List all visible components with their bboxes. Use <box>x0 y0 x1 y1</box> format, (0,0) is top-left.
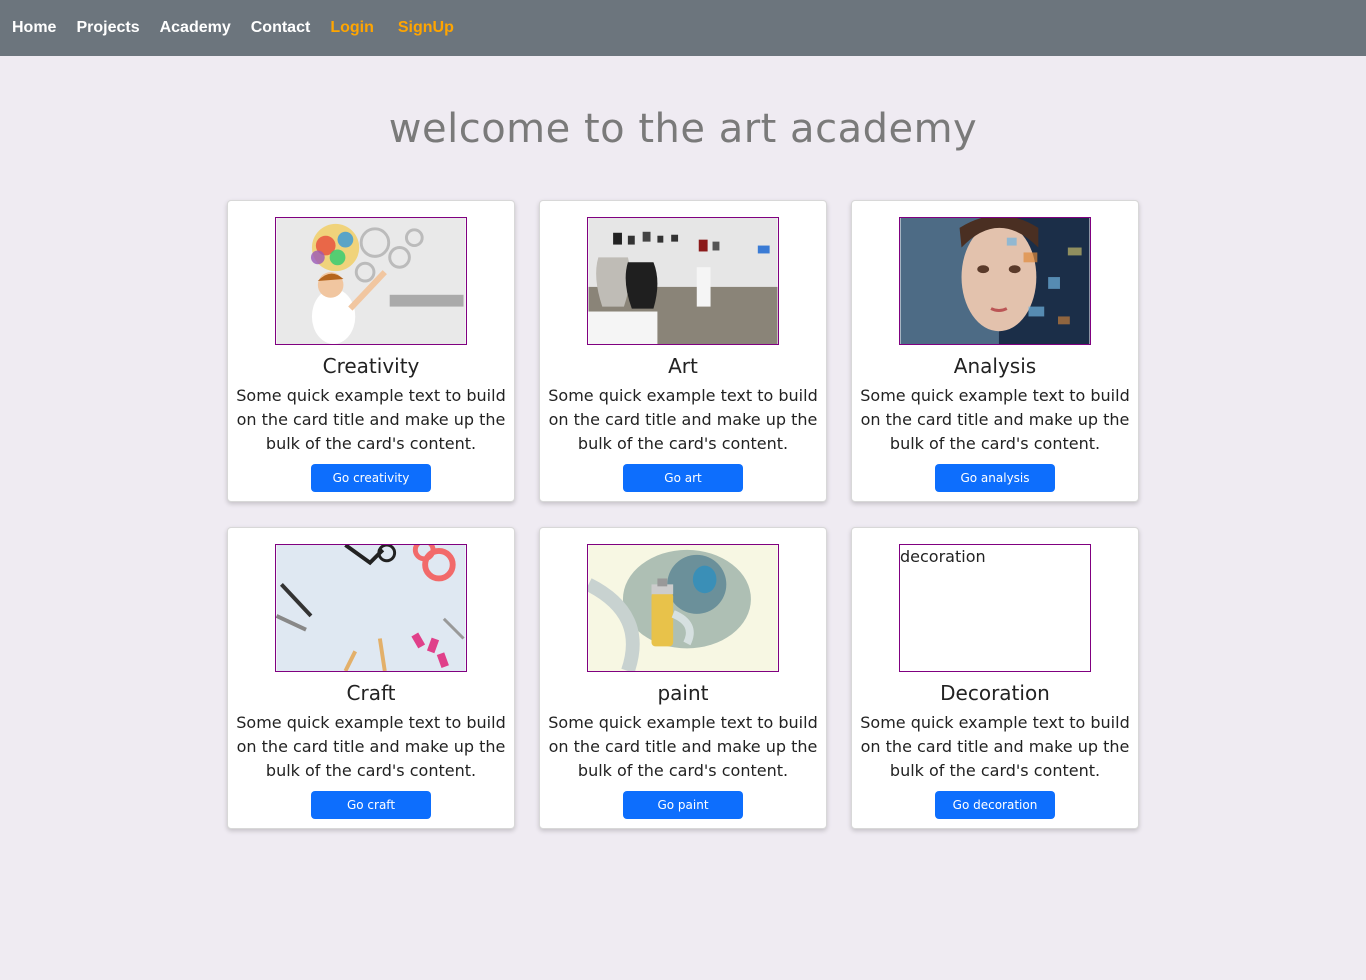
card-text: Some quick example text to build on the … <box>860 713 1130 780</box>
paint-image <box>587 544 779 672</box>
card-grid: Creativity Some quick example text to bu… <box>227 200 1139 829</box>
nav-contact-link[interactable]: Contact <box>251 19 311 37</box>
card-text: Some quick example text to build on the … <box>236 386 506 453</box>
card-text: Some quick example text to build on the … <box>548 386 818 453</box>
spray-paint-illustration <box>588 545 778 671</box>
card-creativity: Creativity Some quick example text to bu… <box>227 200 515 502</box>
craft-supplies-illustration <box>276 545 466 671</box>
go-paint-button[interactable]: Go paint <box>623 791 743 819</box>
card-text: Some quick example text to build on the … <box>548 713 818 780</box>
go-craft-button[interactable]: Go craft <box>311 791 431 819</box>
card-title: paint <box>657 681 709 705</box>
go-analysis-button[interactable]: Go analysis <box>935 464 1055 492</box>
card-title: Decoration <box>940 681 1050 705</box>
page-title: welcome to the art academy <box>388 106 978 152</box>
nav-login-link[interactable]: Login <box>330 19 374 37</box>
nav-academy-link[interactable]: Academy <box>160 19 231 37</box>
card-paint: paint Some quick example text to build o… <box>539 527 827 829</box>
art-gallery-illustration <box>588 218 778 344</box>
card-craft: Craft Some quick example text to build o… <box>227 527 515 829</box>
card-title: Craft <box>346 681 396 705</box>
top-navbar: Home Projects Academy Contact Login Sign… <box>0 0 1366 56</box>
go-decoration-button[interactable]: Go decoration <box>935 791 1055 819</box>
card-title: Creativity <box>322 354 420 378</box>
card-art: Art Some quick example text to build on … <box>539 200 827 502</box>
image-alt-text: decoration <box>900 547 986 566</box>
nav-signup-link[interactable]: SignUp <box>398 19 454 37</box>
card-analysis: Analysis Some quick example text to buil… <box>851 200 1139 502</box>
nav-home-link[interactable]: Home <box>12 19 56 37</box>
creativity-illustration <box>276 218 466 344</box>
card-text: Some quick example text to build on the … <box>860 386 1130 453</box>
card-title: Analysis <box>953 354 1037 378</box>
creativity-image <box>275 217 467 345</box>
analysis-image <box>899 217 1091 345</box>
card-title: Art <box>668 354 698 378</box>
analysis-face-illustration <box>900 218 1090 344</box>
go-art-button[interactable]: Go art <box>623 464 743 492</box>
art-image <box>587 217 779 345</box>
go-creativity-button[interactable]: Go creativity <box>311 464 431 492</box>
nav-projects-link[interactable]: Projects <box>76 19 139 37</box>
craft-image <box>275 544 467 672</box>
decoration-image: decoration <box>899 544 1091 672</box>
card-text: Some quick example text to build on the … <box>236 713 506 780</box>
card-decoration: decoration Decoration Some quick example… <box>851 527 1139 829</box>
